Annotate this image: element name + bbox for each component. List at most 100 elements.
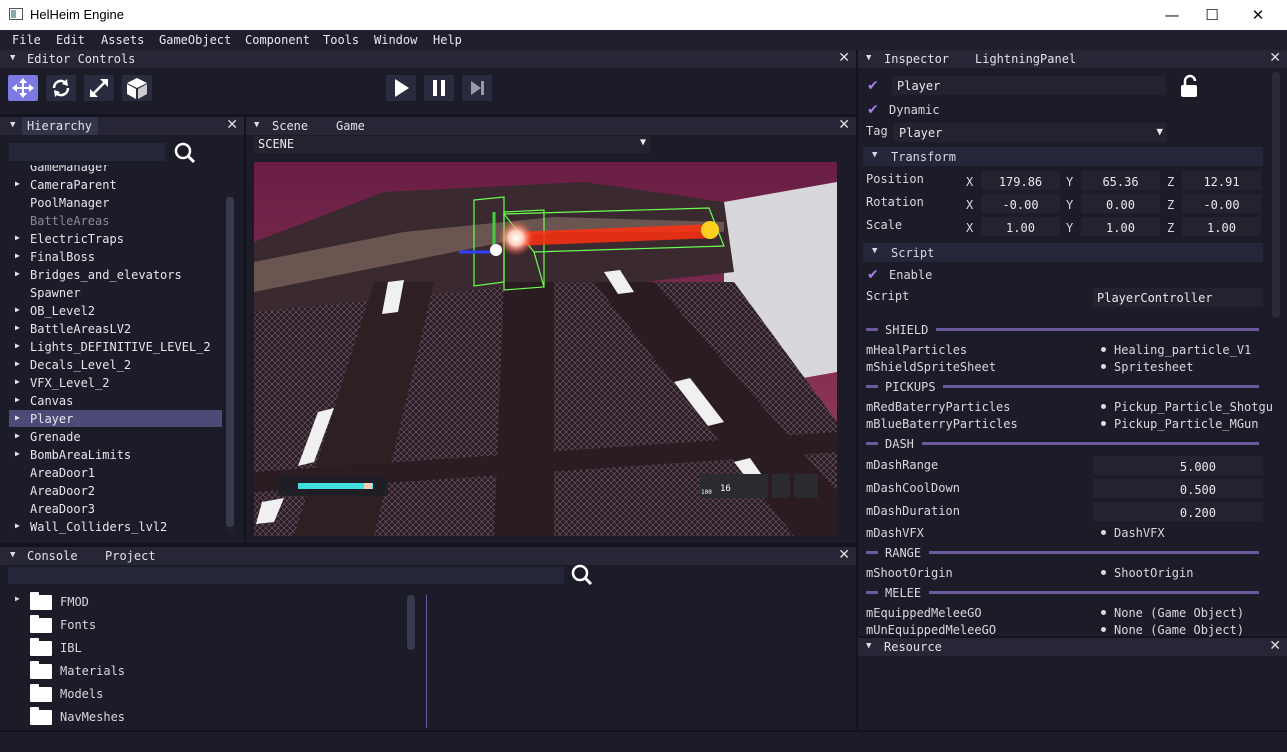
number-field[interactable]: 0.200 <box>1093 502 1263 521</box>
scene-camera-dropdown[interactable]: SCENE ▼ <box>254 136 650 153</box>
expand-arrow-icon[interactable]: ▶ <box>15 323 20 332</box>
tree-item[interactable]: ▶ Player <box>9 410 222 427</box>
tab-hierarchy[interactable]: Hierarchy <box>22 117 99 135</box>
transform-y-field[interactable]: 1.00 <box>1081 217 1160 236</box>
collapse-icon[interactable]: ▼ <box>866 53 871 63</box>
tree-item[interactable]: ▶ VFX_Level_2 <box>9 374 222 391</box>
rotate-tool-button[interactable] <box>46 75 76 101</box>
menu-tools[interactable]: Tools <box>323 33 359 47</box>
tree-item[interactable]: Spawner <box>9 284 222 301</box>
number-field[interactable]: 0.500 <box>1093 479 1263 498</box>
collapse-icon[interactable]: ▼ <box>10 550 15 560</box>
collapse-icon[interactable]: ▼ <box>10 120 15 130</box>
tree-item[interactable]: ▶ Decals_Level_2 <box>9 356 222 373</box>
tree-item[interactable]: ▶ Lights_DEFINITIVE_LEVEL_2 <box>9 338 222 355</box>
lock-icon[interactable] <box>1178 74 1202 98</box>
object-name-input[interactable]: Player <box>892 76 1166 95</box>
hierarchy-search-input[interactable] <box>9 143 165 161</box>
transform-z-field[interactable]: 1.00 <box>1182 217 1261 236</box>
tag-dropdown[interactable]: Player ▼ <box>893 123 1167 142</box>
split-divider[interactable] <box>426 595 427 728</box>
editor-controls-close-button[interactable]: ✕ <box>838 50 850 66</box>
tab-inspector[interactable]: Inspector <box>884 52 949 66</box>
ref-value[interactable]: None (Game Object) <box>1114 623 1244 637</box>
step-button[interactable] <box>462 75 492 101</box>
tree-item[interactable]: ▶ BombAreaLimits <box>9 446 222 463</box>
transform-x-field[interactable]: -0.00 <box>981 194 1060 213</box>
enable-checkbox[interactable]: ✔ <box>867 267 883 283</box>
menu-file[interactable]: File <box>12 33 41 47</box>
scene-close-button[interactable]: ✕ <box>838 117 850 133</box>
expand-arrow-icon[interactable]: ▶ <box>15 521 20 530</box>
tab-lightning-panel[interactable]: LightningPanel <box>975 52 1076 66</box>
menu-component[interactable]: Component <box>245 33 310 47</box>
scale-tool-button[interactable] <box>84 75 114 101</box>
transform-y-field[interactable]: 0.00 <box>1081 194 1160 213</box>
project-search-input[interactable] <box>8 567 564 584</box>
transform-x-field[interactable]: 179.86 <box>981 171 1060 190</box>
search-icon[interactable] <box>173 141 197 165</box>
tree-item[interactable]: ▶ Wall_Colliders_lvl2 <box>9 518 222 535</box>
tree-item[interactable]: PoolManager <box>9 194 222 211</box>
expand-arrow-icon[interactable]: ▶ <box>15 269 20 278</box>
resource-close-button[interactable]: ✕ <box>1269 638 1281 654</box>
folder-item[interactable]: Models <box>10 683 390 703</box>
tree-item[interactable]: ▶ ElectricTraps <box>9 230 222 247</box>
tab-project[interactable]: Project <box>105 549 156 563</box>
expand-arrow-icon[interactable]: ▶ <box>15 251 20 260</box>
close-window-button[interactable]: ✕ <box>1235 0 1281 30</box>
ref-value[interactable]: Pickup_Particle_Shotgu <box>1114 400 1273 414</box>
hierarchy-close-button[interactable]: ✕ <box>226 117 238 133</box>
tree-item[interactable]: ▶ CameraParent <box>9 176 222 193</box>
number-field[interactable]: 5.000 <box>1093 456 1263 475</box>
dynamic-checkbox[interactable]: ✔ <box>867 102 883 118</box>
ref-value[interactable]: Spritesheet <box>1114 360 1193 374</box>
tab-console[interactable]: Console <box>27 549 78 563</box>
folder-item[interactable]: NavMeshes <box>10 706 390 726</box>
transform-z-field[interactable]: 12.91 <box>1182 171 1261 190</box>
tree-item[interactable]: ▶ OB_Level2 <box>9 302 222 319</box>
maximize-button[interactable]: ☐ <box>1189 0 1235 30</box>
tree-item[interactable]: GameManager <box>9 165 222 175</box>
menu-help[interactable]: Help <box>433 33 462 47</box>
rect-tool-button[interactable] <box>122 75 152 101</box>
move-tool-button[interactable] <box>8 75 38 101</box>
tree-item[interactable]: ▶ Grenade <box>9 428 222 445</box>
ref-value[interactable]: Healing_particle_V1 <box>1114 343 1251 357</box>
tree-item[interactable]: AreaDoor2 <box>9 482 222 499</box>
script-section-header[interactable]: ▼ Script <box>863 243 1263 262</box>
expand-arrow-icon[interactable]: ▶ <box>15 594 20 603</box>
tree-item[interactable]: AreaDoor1 <box>9 464 222 481</box>
play-button[interactable] <box>386 75 416 101</box>
scroll-thumb[interactable] <box>226 197 234 527</box>
active-checkbox[interactable]: ✔ <box>867 78 883 94</box>
pause-button[interactable] <box>424 75 454 101</box>
inspector-close-button[interactable]: ✕ <box>1269 50 1281 66</box>
transform-y-field[interactable]: 65.36 <box>1081 171 1160 190</box>
folder-item[interactable]: Materials <box>10 660 390 680</box>
expand-arrow-icon[interactable]: ▶ <box>15 431 20 440</box>
tree-item[interactable]: ▶ Bridges_and_elevators <box>9 266 222 283</box>
tree-item[interactable]: ▶ Canvas <box>9 392 222 409</box>
expand-arrow-icon[interactable]: ▶ <box>15 179 20 188</box>
expand-arrow-icon[interactable]: ▶ <box>15 377 20 386</box>
script-field[interactable]: PlayerController <box>1093 288 1263 307</box>
transform-section-header[interactable]: ▼ Transform <box>863 147 1263 166</box>
hierarchy-scrollbar[interactable] <box>226 193 234 533</box>
menu-assets[interactable]: Assets <box>101 33 144 47</box>
expand-arrow-icon[interactable]: ▶ <box>15 449 20 458</box>
scene-viewport[interactable]: 16 100 <box>254 162 837 536</box>
tree-item[interactable]: ▶ FinalBoss <box>9 248 222 265</box>
tree-item[interactable]: BattleAreas <box>9 212 222 229</box>
expand-arrow-icon[interactable]: ▶ <box>15 305 20 314</box>
tab-scene[interactable]: Scene <box>272 119 308 133</box>
transform-x-field[interactable]: 1.00 <box>981 217 1060 236</box>
tree-item[interactable]: ▶ BattleAreasLV2 <box>9 320 222 337</box>
folder-item[interactable]: ▶ FMOD <box>10 591 390 611</box>
collapse-icon[interactable]: ▼ <box>10 53 15 63</box>
menu-window[interactable]: Window <box>374 33 417 47</box>
folder-item[interactable]: IBL <box>10 637 390 657</box>
ref-value[interactable]: None (Game Object) <box>1114 606 1244 620</box>
project-scrollbar[interactable] <box>407 595 415 650</box>
folder-item[interactable]: Fonts <box>10 614 390 634</box>
